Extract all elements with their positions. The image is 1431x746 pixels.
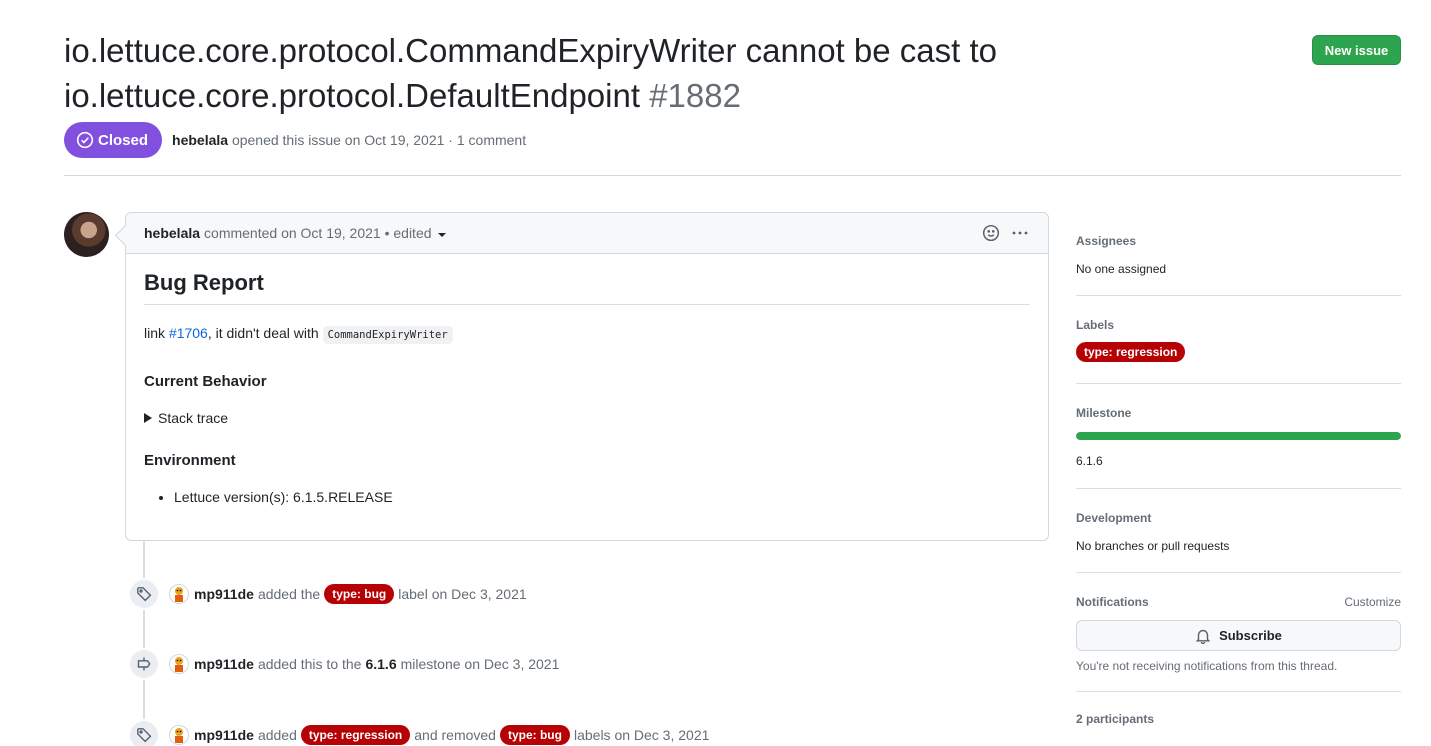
issue-state-row: Closed hebelala opened this issue on Oct… [64, 122, 526, 158]
labels-section: Labels type: regression [1076, 296, 1401, 384]
avatar[interactable] [64, 212, 109, 257]
issue-title: io.lettuce.core.protocol.CommandExpiryWr… [64, 28, 1064, 118]
milestone-title[interactable]: Milestone [1076, 406, 1401, 420]
notifications-title: Notifications [1076, 595, 1149, 609]
comment-actions [982, 224, 1030, 242]
development-section: Development No branches or pull requests [1076, 489, 1401, 573]
event-user-link[interactable]: mp911de [194, 586, 254, 602]
event-date: labels on Dec 3, 2021 [573, 727, 710, 743]
chevron-down-icon[interactable] [437, 233, 446, 237]
label-badge[interactable]: type: regression [300, 725, 411, 745]
status-label: Closed [98, 131, 149, 149]
assignees-section: Assignees No one assigned [1076, 212, 1401, 296]
comment-heading: Bug Report [144, 270, 1030, 305]
current-behavior-heading: Current Behavior [144, 373, 267, 390]
list-item: Lettuce version(s): 6.1.5.RELEASE [174, 489, 1030, 505]
link-prefix: link [144, 325, 169, 341]
comment-meta: commented on Oct 19, 2021 • edited [204, 225, 432, 241]
participants-title: 2 participants [1076, 712, 1155, 726]
tag-icon [128, 719, 160, 746]
label-badge[interactable]: type: bug [324, 584, 395, 604]
issue-opened-text: opened this issue on Oct 19, 2021 · 1 co… [231, 132, 527, 148]
environment-heading: Environment [144, 452, 236, 469]
notifications-note: You're not receiving notifications from … [1076, 659, 1338, 673]
avatar[interactable] [169, 725, 189, 745]
timeline-line [143, 541, 145, 746]
issue-author-link[interactable]: hebelala [172, 132, 228, 148]
event-user-link[interactable]: mp911de [194, 656, 254, 672]
kebab-horizontal-icon[interactable] [1010, 224, 1030, 242]
environment-list: Lettuce version(s): 6.1.5.RELEASE [144, 489, 1030, 505]
comment-body: Bug Report link #1706, it didn't deal wi… [126, 254, 1048, 521]
event-text: added the [257, 586, 321, 602]
event-text: added [257, 727, 297, 743]
event-text: and removed [414, 727, 496, 743]
milestone-icon [128, 648, 160, 680]
assignees-value: No one assigned [1076, 262, 1167, 276]
timeline-event: mp911de added the type: bug label on Dec… [128, 578, 527, 610]
avatar[interactable] [169, 654, 189, 674]
event-date: label on Dec 3, 2021 [398, 586, 527, 602]
timeline-event: mp911de added this to the 6.1.6 mileston… [128, 648, 559, 680]
inline-code: CommandExpiryWriter [322, 326, 453, 344]
milestone-progress-fill [1076, 432, 1401, 440]
subscribe-button[interactable]: Subscribe [1076, 620, 1401, 651]
milestone-section: Milestone 6.1.6 [1076, 384, 1401, 489]
check-circle-icon [76, 131, 94, 149]
stack-trace-summary: Stack trace [158, 410, 229, 426]
comment-paragraph: link #1706, it didn't deal with CommandE… [144, 323, 1030, 345]
event-text: added this to the [257, 656, 362, 672]
development-title[interactable]: Development [1076, 511, 1401, 525]
labels-title[interactable]: Labels [1076, 318, 1401, 332]
milestone-link[interactable]: 6.1.6 [1076, 454, 1401, 468]
issue-title-text: io.lettuce.core.protocol.CommandExpiryWr… [64, 32, 997, 114]
subscribe-label: Subscribe [1219, 628, 1282, 643]
avatar[interactable] [169, 584, 189, 604]
divider [64, 175, 1401, 176]
stack-trace-details[interactable]: Stack trace [144, 410, 1030, 426]
notifications-header: Notifications Customize [1076, 595, 1401, 609]
sidebar: Assignees No one assigned Labels type: r… [1076, 212, 1401, 726]
bell-icon [1195, 629, 1211, 644]
label-badge[interactable]: type: bug [499, 725, 570, 745]
new-issue-button[interactable]: New issue [1312, 35, 1401, 65]
issue-number: #1882 [649, 77, 741, 114]
comment-author-link[interactable]: hebelala [144, 225, 200, 241]
milestone-progress-bar [1076, 432, 1401, 440]
issue-meta: hebelala opened this issue on Oct 19, 20… [172, 132, 526, 148]
status-badge: Closed [64, 122, 163, 158]
customize-link[interactable]: Customize [1344, 595, 1401, 609]
assignees-title[interactable]: Assignees [1076, 234, 1401, 248]
smiley-icon[interactable] [982, 224, 1000, 242]
event-date: milestone on Dec 3, 2021 [400, 656, 560, 672]
link-suffix: , it didn't deal with [207, 325, 323, 341]
notifications-section: Notifications Customize Subscribe You're… [1076, 573, 1401, 692]
milestone-link[interactable]: 6.1.6 [365, 656, 396, 672]
event-user-link[interactable]: mp911de [194, 727, 254, 743]
triangle-right-icon [144, 413, 152, 423]
comment-box: hebelala commented on Oct 19, 2021 • edi… [125, 212, 1049, 541]
issue-reference-link[interactable]: #1706 [169, 325, 208, 341]
tag-icon [128, 578, 160, 610]
comment-header: hebelala commented on Oct 19, 2021 • edi… [126, 213, 1048, 254]
development-value: No branches or pull requests [1076, 539, 1230, 553]
timeline-event: mp911de added type: regression and remov… [128, 719, 709, 746]
label-badge[interactable]: type: regression [1076, 342, 1186, 362]
participants-section: 2 participants [1076, 692, 1401, 726]
